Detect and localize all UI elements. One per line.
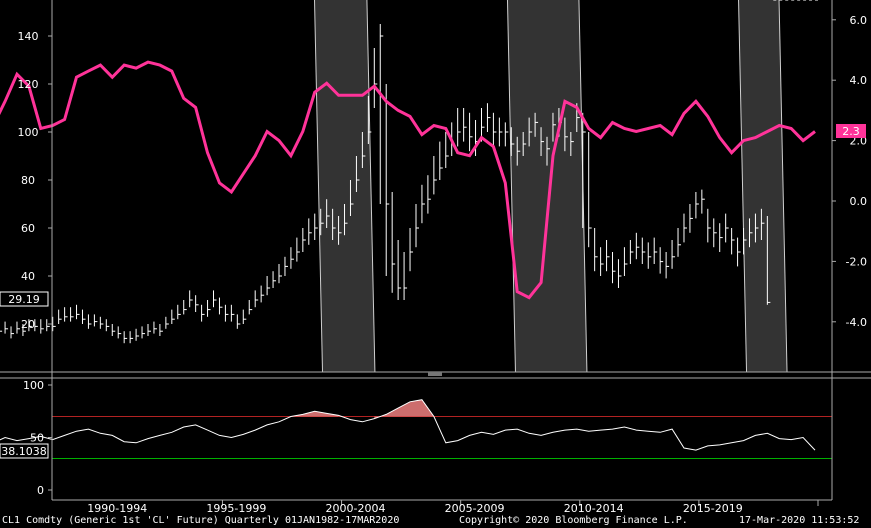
left-tick-label-5: 120 [18,78,39,91]
left-tick-label-3: 80 [21,174,35,187]
rsi-tick-label-0: 0 [37,484,44,497]
right-tick-label-1: -2.0 [846,255,867,268]
left-tick-label-2: 60 [21,222,35,235]
rsi-last-value: 38.1038 [1,445,47,458]
right-tick-label-4: 4.0 [850,74,868,87]
right-tick-label-0: -4.0 [846,316,867,329]
chart-canvas: 20406080100120140 -4.0-2.00.02.04.06.0 0… [0,0,871,528]
footer-security-description: CL1 Comdty (Generic 1st 'CL' Future) Qua… [2,515,400,526]
rsi-last-value-badge: 38.1038 [0,443,49,459]
panel-splitter-handle[interactable] [428,372,442,376]
left-tick-label-6: 140 [18,30,39,43]
price-last-value-badge: 29.19 [0,291,49,307]
right-tick-label-5: 6.0 [850,14,868,27]
rsi-tick-label-2: 100 [23,379,44,392]
shaded-period-0 [314,0,375,372]
right-tick-label-2: 0.0 [850,195,868,208]
left-tick-label-4: 100 [18,126,39,139]
footer-bar: CL1 Comdty (Generic 1st 'CL' Future) Qua… [0,513,871,528]
price-last-value: 29.19 [8,293,40,306]
footer-copyright: Copyright© 2020 Bloomberg Finance L.P. [459,515,688,526]
magenta-last-value: 2.3 [842,125,860,138]
rsi-tick-label-1: 50 [30,432,44,445]
shaded-period-1 [507,0,587,372]
left-tick-label-1: 40 [21,270,35,283]
magenta-last-value-badge: 2.3 [836,124,866,138]
left-tick-label-0: 20 [21,318,35,331]
footer-timestamp: 17-Mar-2020 11:53:52 [739,515,860,526]
